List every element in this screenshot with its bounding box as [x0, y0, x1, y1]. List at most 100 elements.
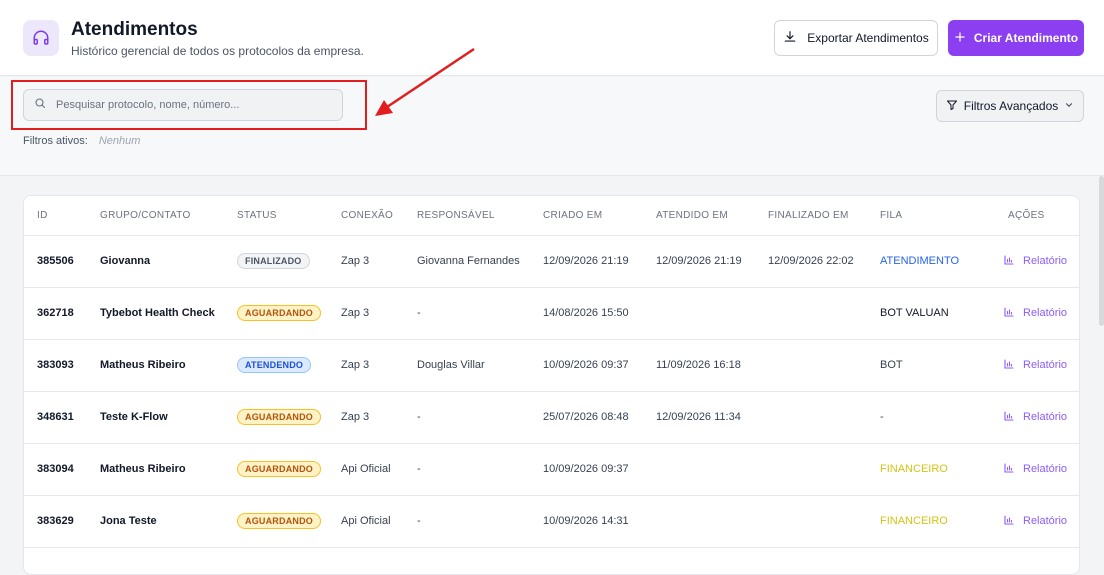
bar-chart-icon: [1003, 306, 1015, 321]
report-link-label: Relatório: [1023, 359, 1068, 371]
status-badge: FINALIZADO: [237, 253, 310, 269]
export-button[interactable]: Exportar Atendimentos: [774, 20, 938, 56]
status-cell: AGUARDANDO: [237, 287, 341, 340]
chevron-down-icon: [1064, 99, 1074, 113]
column-header: AÇÕES: [991, 196, 1079, 236]
responsible-cell: -: [417, 443, 543, 496]
connection-cell: Api Oficial: [341, 495, 417, 548]
finished-cell: [768, 287, 880, 340]
report-link[interactable]: Relatório: [1003, 358, 1079, 373]
annotation-highlight-box: [11, 80, 367, 130]
created-cell: 12/09/2026 21:19: [543, 235, 656, 288]
connection-cell: Api Oficial: [341, 443, 417, 496]
created-cell: 10/09/2026 09:37: [543, 443, 656, 496]
bar-chart-icon: [1003, 358, 1015, 373]
queue-label: BOT VALUAN: [880, 307, 949, 319]
contact-cell: Giovanna: [100, 235, 237, 288]
create-button[interactable]: Criar Atendimento: [948, 20, 1084, 56]
advanced-filters-label: Filtros Avançados: [963, 99, 1059, 113]
connection-cell: Zap 3: [341, 235, 417, 288]
report-link-label: Relatório: [1023, 515, 1068, 527]
report-link-label: Relatório: [1023, 307, 1068, 319]
queue-cell: ATENDIMENTO: [880, 235, 991, 288]
finished-cell: [768, 443, 880, 496]
action-cell: Relatório: [991, 339, 1079, 392]
column-header[interactable]: FILA: [880, 196, 991, 236]
column-header[interactable]: FINALIZADO EM: [768, 196, 880, 236]
contact-cell: Teste K-Flow: [100, 391, 237, 444]
action-cell: Relatório: [991, 235, 1079, 288]
column-header[interactable]: GRUPO/CONTATO: [100, 196, 237, 236]
active-filters-label: Filtros ativos:: [23, 135, 88, 147]
status-cell: AGUARDANDO: [237, 443, 341, 496]
finished-cell: [768, 495, 880, 548]
attended-cell: 11/09/2026 16:18: [656, 339, 768, 392]
column-header[interactable]: CRIADO EM: [543, 196, 656, 236]
attended-cell: 12/09/2026 21:19: [656, 235, 768, 288]
finished-cell: 12/09/2026 22:02: [768, 235, 880, 288]
finished-cell: [768, 391, 880, 444]
report-link[interactable]: Relatório: [1003, 254, 1079, 269]
filter-icon: [946, 99, 958, 114]
status-badge: AGUARDANDO: [237, 305, 321, 321]
attended-cell: [656, 287, 768, 340]
id-cell: 348631: [24, 391, 100, 444]
id-cell: 385506: [24, 235, 100, 288]
attended-cell: [656, 495, 768, 548]
report-link-label: Relatório: [1023, 255, 1068, 267]
status-badge: ATENDENDO: [237, 357, 312, 373]
status-cell: FINALIZADO: [237, 235, 341, 288]
report-link[interactable]: Relatório: [1003, 410, 1079, 425]
table-row[interactable]: 383094 Matheus Ribeiro AGUARDANDO Api Ofici…: [24, 443, 1079, 496]
table-row[interactable]: 385506 Giovanna FINALIZADO Zap 3 Giovanna Fe…: [24, 235, 1079, 288]
table-row[interactable]: 348631 Teste K-Flow AGUARDANDO Zap 3 - 25/07/…: [24, 391, 1079, 444]
queue-label: FINANCEIRO: [880, 463, 948, 475]
attendances-table-card: ID GRUPO/CONTATO STATUS CONEXÃO RESPONSÁ…: [23, 195, 1080, 575]
report-link[interactable]: Relatório: [1003, 514, 1079, 529]
responsible-cell: -: [417, 495, 543, 548]
active-filters-value: Nenhum: [98, 135, 141, 147]
queue-label: ATENDIMENTO: [880, 255, 960, 267]
action-cell: Relatório: [991, 391, 1079, 444]
table-row[interactable]: 362718 Tybebot Health Check AGUARDANDO Zap …: [24, 287, 1079, 340]
action-cell: Relatório: [991, 495, 1079, 548]
connection-cell: Zap 3: [341, 287, 417, 340]
column-header[interactable]: STATUS: [237, 196, 341, 236]
queue-cell: BOT: [880, 339, 991, 392]
table-row[interactable]: 383093 Matheus Ribeiro ATENDENDO Zap 3 Dougl…: [24, 339, 1079, 392]
connection-cell: Zap 3: [341, 391, 417, 444]
report-link-label: Relatório: [1023, 411, 1068, 423]
table-row[interactable]: 383629 Jona Teste AGUARDANDO Api Oficial -10…: [24, 495, 1079, 548]
id-cell: 362718: [24, 287, 100, 340]
finished-cell: [768, 339, 880, 392]
page-scrollbar[interactable]: [1099, 176, 1104, 326]
status-cell: AGUARDANDO: [237, 391, 341, 444]
report-link[interactable]: Relatório: [1003, 306, 1079, 321]
created-cell: 10/09/2026 14:31: [543, 495, 656, 548]
page-header: Atendimentos Histórico gerencial de todo…: [0, 0, 1104, 76]
filter-bar: Filtros ativos: Nenhum Filtros Avançados: [0, 47, 1104, 176]
contact-cell: Tybebot Health Check: [100, 287, 237, 340]
bar-chart-icon: [1003, 462, 1015, 477]
queue-label: -: [880, 411, 884, 423]
status-badge: AGUARDANDO: [237, 461, 321, 477]
contact-cell: Matheus Ribeiro: [100, 443, 237, 496]
status-badge: AGUARDANDO: [237, 513, 321, 529]
column-header[interactable]: ATENDIDO EM: [656, 196, 768, 236]
created-cell: 25/07/2026 08:48: [543, 391, 656, 444]
responsible-cell: Giovanna Fernandes: [417, 235, 543, 288]
plus-icon: [954, 31, 966, 46]
report-link[interactable]: Relatório: [1003, 462, 1079, 477]
attended-cell: 12/09/2026 11:34: [656, 391, 768, 444]
queue-label: FINANCEIRO: [880, 515, 948, 527]
advanced-filters-button[interactable]: Filtros Avançados: [936, 90, 1084, 122]
column-header[interactable]: CONEXÃO: [341, 196, 417, 236]
bar-chart-icon: [1003, 410, 1015, 425]
queue-cell: -: [880, 391, 991, 444]
column-header[interactable]: RESPONSÁVEL: [417, 196, 543, 236]
column-header[interactable]: ID: [24, 196, 100, 236]
create-button-label: Criar Atendimento: [973, 31, 1079, 45]
page-subtitle: Histórico gerencial de todos os protocol…: [71, 44, 364, 58]
id-cell: 383093: [24, 339, 100, 392]
created-cell: 14/08/2026 15:50: [543, 287, 656, 340]
